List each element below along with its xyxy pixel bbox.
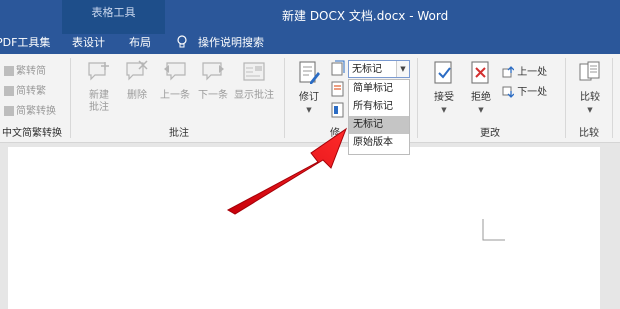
annotation-arrow (226, 127, 348, 215)
